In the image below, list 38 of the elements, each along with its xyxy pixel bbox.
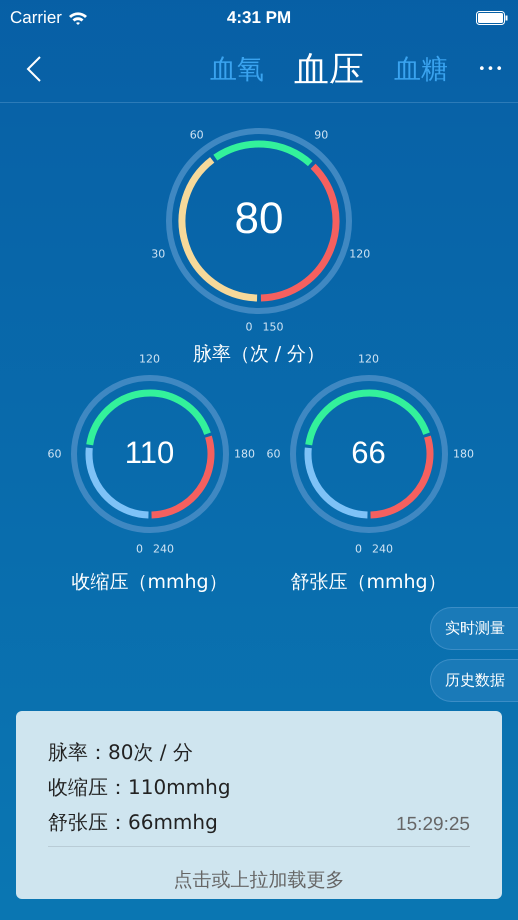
gauge-value: 66: [350, 434, 387, 471]
nav-tab[interactable]: 血糖: [394, 51, 448, 87]
tick-label: 0: [246, 320, 252, 334]
wifi-icon: [68, 10, 88, 26]
tick-label: 60: [190, 128, 204, 142]
tick-label: 180: [453, 448, 474, 460]
nav-tab[interactable]: 血压: [294, 46, 364, 92]
more-button[interactable]: •••: [478, 62, 504, 76]
tick-label: 30: [151, 247, 166, 260]
tick-label: 60: [266, 448, 280, 460]
tick-label: 120: [358, 352, 379, 366]
tick-label: 90: [314, 128, 328, 142]
tick-label: 120: [139, 352, 160, 366]
tick-label: 120: [349, 247, 370, 260]
tick-label: 240: [372, 542, 393, 556]
gauge-caption: 收缩压（mmhg）: [71, 570, 228, 595]
carrier-label: Carrier: [10, 8, 62, 28]
tick-label: 60: [48, 448, 62, 460]
tick-label: 150: [262, 320, 284, 334]
battery-icon: [476, 11, 508, 25]
record-line: 脉率：80次 / 分: [48, 739, 194, 766]
clock: 4:31 PM: [226, 8, 292, 28]
side-button[interactable]: 实时测量: [430, 607, 518, 650]
gauge-value: 110: [124, 434, 176, 471]
tick-label: 240: [153, 542, 174, 556]
gauge-caption: 舒张压（mmhg）: [290, 570, 447, 595]
tick-label: 180: [234, 448, 255, 460]
nav-tab[interactable]: 血氧: [210, 51, 264, 87]
load-more-link[interactable]: 点击或上拉加载更多: [48, 867, 470, 893]
tick-label: 0: [355, 542, 362, 556]
side-button[interactable]: 历史数据: [430, 659, 518, 702]
back-icon[interactable]: [26, 55, 42, 83]
record-line: 舒张压：66mmhg: [48, 809, 219, 836]
record-line: 收缩压：110mmhg: [48, 774, 232, 801]
record-time: 15:29:25: [396, 814, 470, 836]
gauge-caption: 脉率（次 / 分）: [192, 342, 326, 367]
tick-label: 0: [136, 542, 143, 556]
gauge-value: 80: [234, 194, 284, 244]
